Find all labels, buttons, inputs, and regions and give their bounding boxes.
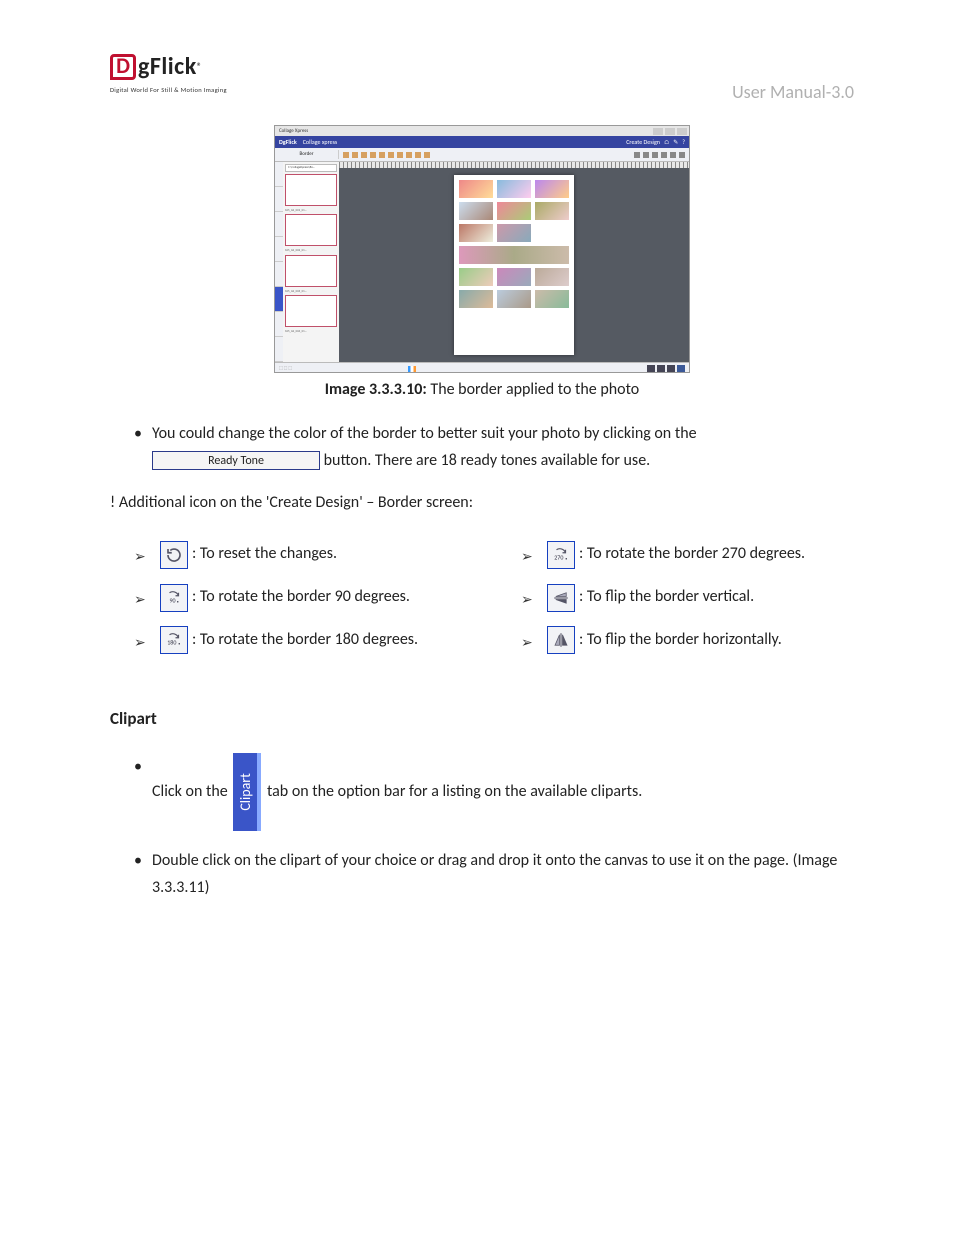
collage-photo [458, 201, 494, 221]
collage-photo [496, 267, 532, 287]
window-buttons [653, 128, 687, 135]
svg-text:90: 90 [170, 596, 176, 604]
collage-photo [496, 223, 532, 243]
logo-text: gFlick [138, 50, 197, 84]
figure-caption: Image 3.3.3.10: The border applied to th… [325, 379, 640, 401]
border-thumb [285, 174, 337, 206]
bottom-bar: ⬚ ⬚ ⬚ [275, 362, 689, 373]
window-title: Collage Xpress [279, 128, 308, 135]
logo: D gFlick ® Digital World For Still & Mot… [110, 50, 227, 95]
bullet-text: You could change the color of the border… [152, 424, 697, 443]
collage-photo [534, 201, 570, 221]
svg-text:180: 180 [167, 639, 176, 647]
collage-photo [534, 289, 570, 309]
caption-text: The border applied to the photo [427, 380, 639, 399]
vtab [275, 162, 283, 187]
collage-page [454, 175, 574, 355]
tool-icon: ✎ [673, 138, 678, 146]
create-design-label: Create Design [626, 138, 660, 146]
legend-text: : To rotate the border 270 degrees. [579, 540, 805, 569]
bottom-right-icons [647, 365, 685, 373]
logo-registered: ® [197, 60, 202, 74]
legend-text: : To flip the border vertical. [579, 583, 754, 612]
legend-text: : To rotate the border 90 degrees. [192, 583, 410, 612]
bullet-text: button. There are 18 ready tones availab… [324, 451, 651, 470]
legend-item: : To reset the changes. [134, 540, 467, 569]
app-screenshot: Collage Xpress DgFlick Collage xpress Cr… [274, 125, 690, 373]
vtab [275, 212, 283, 237]
vtab [275, 337, 283, 362]
legend-item: 90 : To rotate the border 90 degrees. [134, 583, 467, 612]
logo-tagline: Digital World For Still & Motion Imaging [110, 86, 227, 95]
clipart-tab-button[interactable]: Clipart [233, 753, 261, 831]
flip-vertical-icon[interactable] [547, 584, 575, 612]
window-titlebar: Collage Xpress [275, 126, 689, 136]
list-item: Click on the Clipart tab on the option b… [134, 753, 854, 831]
manual-title: User Manual-3.0 [732, 80, 854, 105]
collage-photo [496, 289, 532, 309]
home-icon: ⌂ [664, 138, 669, 146]
app-toolbar: Border [275, 148, 689, 162]
brand-label: DgFlick [279, 138, 297, 146]
vtab [275, 312, 283, 337]
collage-photo [458, 289, 494, 309]
list-item: Double click on the clipart of your choi… [134, 847, 854, 901]
rotate-90-icon[interactable]: 90 [160, 584, 188, 612]
vtab [275, 187, 283, 212]
clipart-bullets: Click on the Clipart tab on the option b… [110, 753, 854, 901]
clipart-heading: Clipart [110, 707, 854, 731]
toolbar-right-icons [634, 152, 685, 158]
collage-photo [458, 245, 570, 265]
border-thumb [285, 295, 337, 327]
flip-horizontal-icon[interactable] [547, 626, 575, 654]
bullet-text: Click on the [152, 781, 231, 800]
reset-icon[interactable] [160, 541, 188, 569]
border-thumb [285, 214, 337, 246]
note-line: ! Additional icon on the 'Create Design'… [110, 492, 854, 514]
legend-text: : To rotate the border 180 degrees. [192, 626, 418, 655]
collage-photo [534, 179, 570, 199]
bottom-left-icons: ⬚ ⬚ ⬚ [279, 366, 292, 372]
legend-item: 270 : To rotate the border 270 degrees. [521, 540, 854, 569]
brand-bar: DgFlick Collage xpress Create Design ⌂ ✎… [275, 136, 689, 148]
legend-item: : To flip the border horizontally. [521, 626, 854, 655]
logo-d-icon: D [110, 54, 136, 80]
icon-legend: : To reset the changes. 90 : To rotate t… [110, 540, 854, 668]
vtab-selected [275, 287, 283, 312]
legend-text: : To flip the border horizontally. [579, 626, 782, 655]
page-header: D gFlick ® Digital World For Still & Mot… [110, 50, 854, 105]
rotate-270-icon[interactable]: 270 [547, 541, 575, 569]
vtab [275, 237, 283, 262]
legend-item: 180 : To rotate the border 180 degrees. [134, 626, 467, 655]
bullet-text: Double click on the clipart of your choi… [152, 851, 837, 897]
breadcrumb: Collage xpress [303, 138, 338, 146]
collage-photo [458, 179, 494, 199]
bullet-text: tab on the option bar for a listing on t… [267, 781, 642, 800]
toolbar-icons [343, 152, 430, 158]
collage-photo [496, 201, 532, 221]
ruler [339, 162, 689, 168]
list-item: You could change the color of the border… [134, 420, 854, 474]
collage-photo [458, 223, 494, 243]
collage-photo [496, 179, 532, 199]
border-thumb [285, 255, 337, 287]
legend-text: : To reset the changes. [192, 540, 337, 569]
toolbar-section-label: Border [275, 150, 339, 159]
ready-tone-button[interactable]: Ready Tone [152, 451, 320, 470]
vtab [275, 262, 283, 287]
figure: Collage Xpress DgFlick Collage xpress Cr… [110, 125, 854, 401]
path-field: C:\CollageXpress\Bo... [285, 164, 337, 172]
legend-item: : To flip the border vertical. [521, 583, 854, 612]
collage-photo [534, 267, 570, 287]
rotate-180-icon[interactable]: 180 [160, 626, 188, 654]
sidebar-panel: C:\CollageXpress\Bo... 105_06_001_01... … [283, 162, 339, 362]
canvas-area [339, 162, 689, 362]
help-icon: ? [682, 138, 685, 146]
svg-text:270: 270 [554, 553, 563, 561]
caption-label: Image 3.3.3.10: [325, 380, 427, 399]
collage-photo [458, 267, 494, 287]
flag-icon [408, 366, 416, 372]
bullet-list: You could change the color of the border… [110, 420, 854, 474]
vertical-tabs [275, 162, 283, 362]
